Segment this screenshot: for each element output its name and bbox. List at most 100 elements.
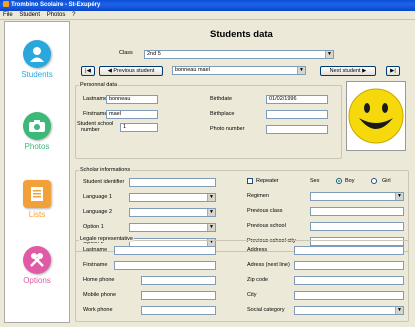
menu-file[interactable]: File [3,12,13,18]
sex-boy-radio[interactable] [336,178,342,184]
city-label: City [247,292,257,298]
home-phone-field[interactable] [141,276,216,285]
sex-label: Sex [310,178,320,184]
photo-number-field[interactable] [266,125,328,134]
next-student-button[interactable]: Next student ▶ [320,66,376,76]
student-id-field[interactable] [129,178,216,187]
previous-school-label: Previous school [247,223,286,229]
mobile-phone-field[interactable] [141,291,216,300]
chevron-down-icon: ▼ [395,193,403,200]
menu-help[interactable]: ? [72,12,75,18]
class-label: Class [119,50,133,56]
last-student-button[interactable]: ▶| [386,66,400,76]
sex-girl-label: Girl [382,178,391,184]
legal-lastname-label: Lastname [83,247,108,253]
legal-representative-title: Legale representative [79,236,134,242]
next-student-label: Next student [329,68,361,74]
student-select[interactable]: bonneau mael ▼ [172,66,306,75]
chevron-down-icon: ▼ [395,307,403,314]
sidebar-item-photos[interactable]: Photos [5,112,69,151]
language2-label: Language 2 [83,209,113,215]
student-number-field[interactable]: 1 [120,123,158,132]
birthplace-label: Birthplace [210,111,235,117]
social-category-label: Social category [247,307,285,313]
menu-bar: File Student Photos ? [0,11,415,20]
previous-school-field[interactable] [310,222,404,231]
firstname-label: Firstname [83,111,108,117]
sidebar-item-label: Students [21,70,53,79]
city-field[interactable] [294,291,404,300]
social-category-select[interactable]: ▼ [294,306,404,315]
sex-girl-radio[interactable] [371,178,377,184]
tools-icon [23,246,51,274]
chevron-down-icon: ▼ [207,209,215,216]
zip-code-field[interactable] [294,276,404,285]
previous-student-label: Previous student [113,68,155,74]
sidebar-item-label: Options [23,276,51,285]
sidebar-item-options[interactable]: Options [5,246,69,285]
home-phone-label: Home phone [83,277,115,283]
sidebar: Students Photos Lists Options [4,21,70,323]
legal-firstname-label: Firstname [83,262,108,268]
language2-select[interactable]: ▼ [129,208,216,217]
class-select-value: 2nd 5 [147,51,161,57]
language1-label: Language 1 [83,194,113,200]
work-phone-field[interactable] [141,306,216,315]
student-id-label: Student identifier [83,179,125,185]
menu-photos[interactable]: Photos [47,12,66,18]
first-student-button[interactable]: |◀ [81,66,95,76]
chevron-down-icon: ▼ [207,194,215,201]
title-bar: Trombino Scolaire - St-Exupéry [0,0,415,11]
previous-class-label: Previous class [247,208,283,214]
sidebar-item-lists[interactable]: Lists [5,180,69,219]
sidebar-item-label: Photos [24,142,50,151]
repeater-checkbox[interactable] [247,178,253,184]
regimen-label: Regimen [247,193,270,199]
sidebar-item-label: Lists [28,210,46,219]
birthdate-field[interactable]: 01/02/1996 [266,95,328,104]
student-photo[interactable] [346,81,406,151]
scholar-info-title: Scholar informations [79,167,132,173]
lastname-label: Lastname [83,96,108,102]
personal-data-title: Personnal data [79,82,118,88]
sex-boy-label: Boy [345,178,355,184]
page-title: Students data [210,29,273,40]
arrow-right-icon: ▶ [360,68,367,74]
sidebar-item-students[interactable]: Students [5,40,69,79]
option1-label: Option 1 [83,224,104,230]
camera-icon [23,112,51,140]
address-next-field[interactable] [294,261,404,270]
firstname-field[interactable]: mael [106,110,158,119]
photo-number-label: Photo number [210,126,245,132]
birthplace-field[interactable] [266,110,328,119]
language1-select[interactable]: ▼ [129,193,216,202]
zip-code-label: Zip code [247,277,269,283]
option1-select[interactable]: ▼ [129,223,216,232]
chevron-down-icon: ▼ [325,51,333,58]
chevron-down-icon: ▼ [207,224,215,231]
student-select-value: bonneau mael [175,67,210,73]
main-panel: Students data Class 2nd 5 ▼ |◀ ◀ Previou… [73,21,412,323]
birthdate-label: Birthdate [210,96,233,102]
lastname-field[interactable]: bonneau [106,95,158,104]
regimen-select[interactable]: ▼ [310,192,404,201]
list-icon [23,180,51,208]
work-phone-label: Work phone [83,307,113,313]
student-number-label-line2: number [81,127,100,133]
window-title: Trombino Scolaire - St-Exupéry [11,2,101,8]
menu-student[interactable]: Student [19,12,40,18]
smiley-icon [348,88,404,144]
app-icon [3,1,9,8]
students-icon [23,40,51,68]
address-label: Address [247,247,268,253]
previous-student-button[interactable]: ◀ Previous student [99,66,163,76]
legal-firstname-field[interactable] [114,261,216,270]
repeater-label: Repeater [256,178,279,184]
previous-class-field[interactable] [310,207,404,216]
address-field[interactable] [294,246,404,255]
chevron-down-icon: ▼ [297,67,305,74]
legal-lastname-field[interactable] [114,246,216,255]
address-next-label: Adress (next line) [247,262,290,268]
class-select[interactable]: 2nd 5 ▼ [144,50,334,59]
mobile-phone-label: Mobile phone [83,292,117,298]
